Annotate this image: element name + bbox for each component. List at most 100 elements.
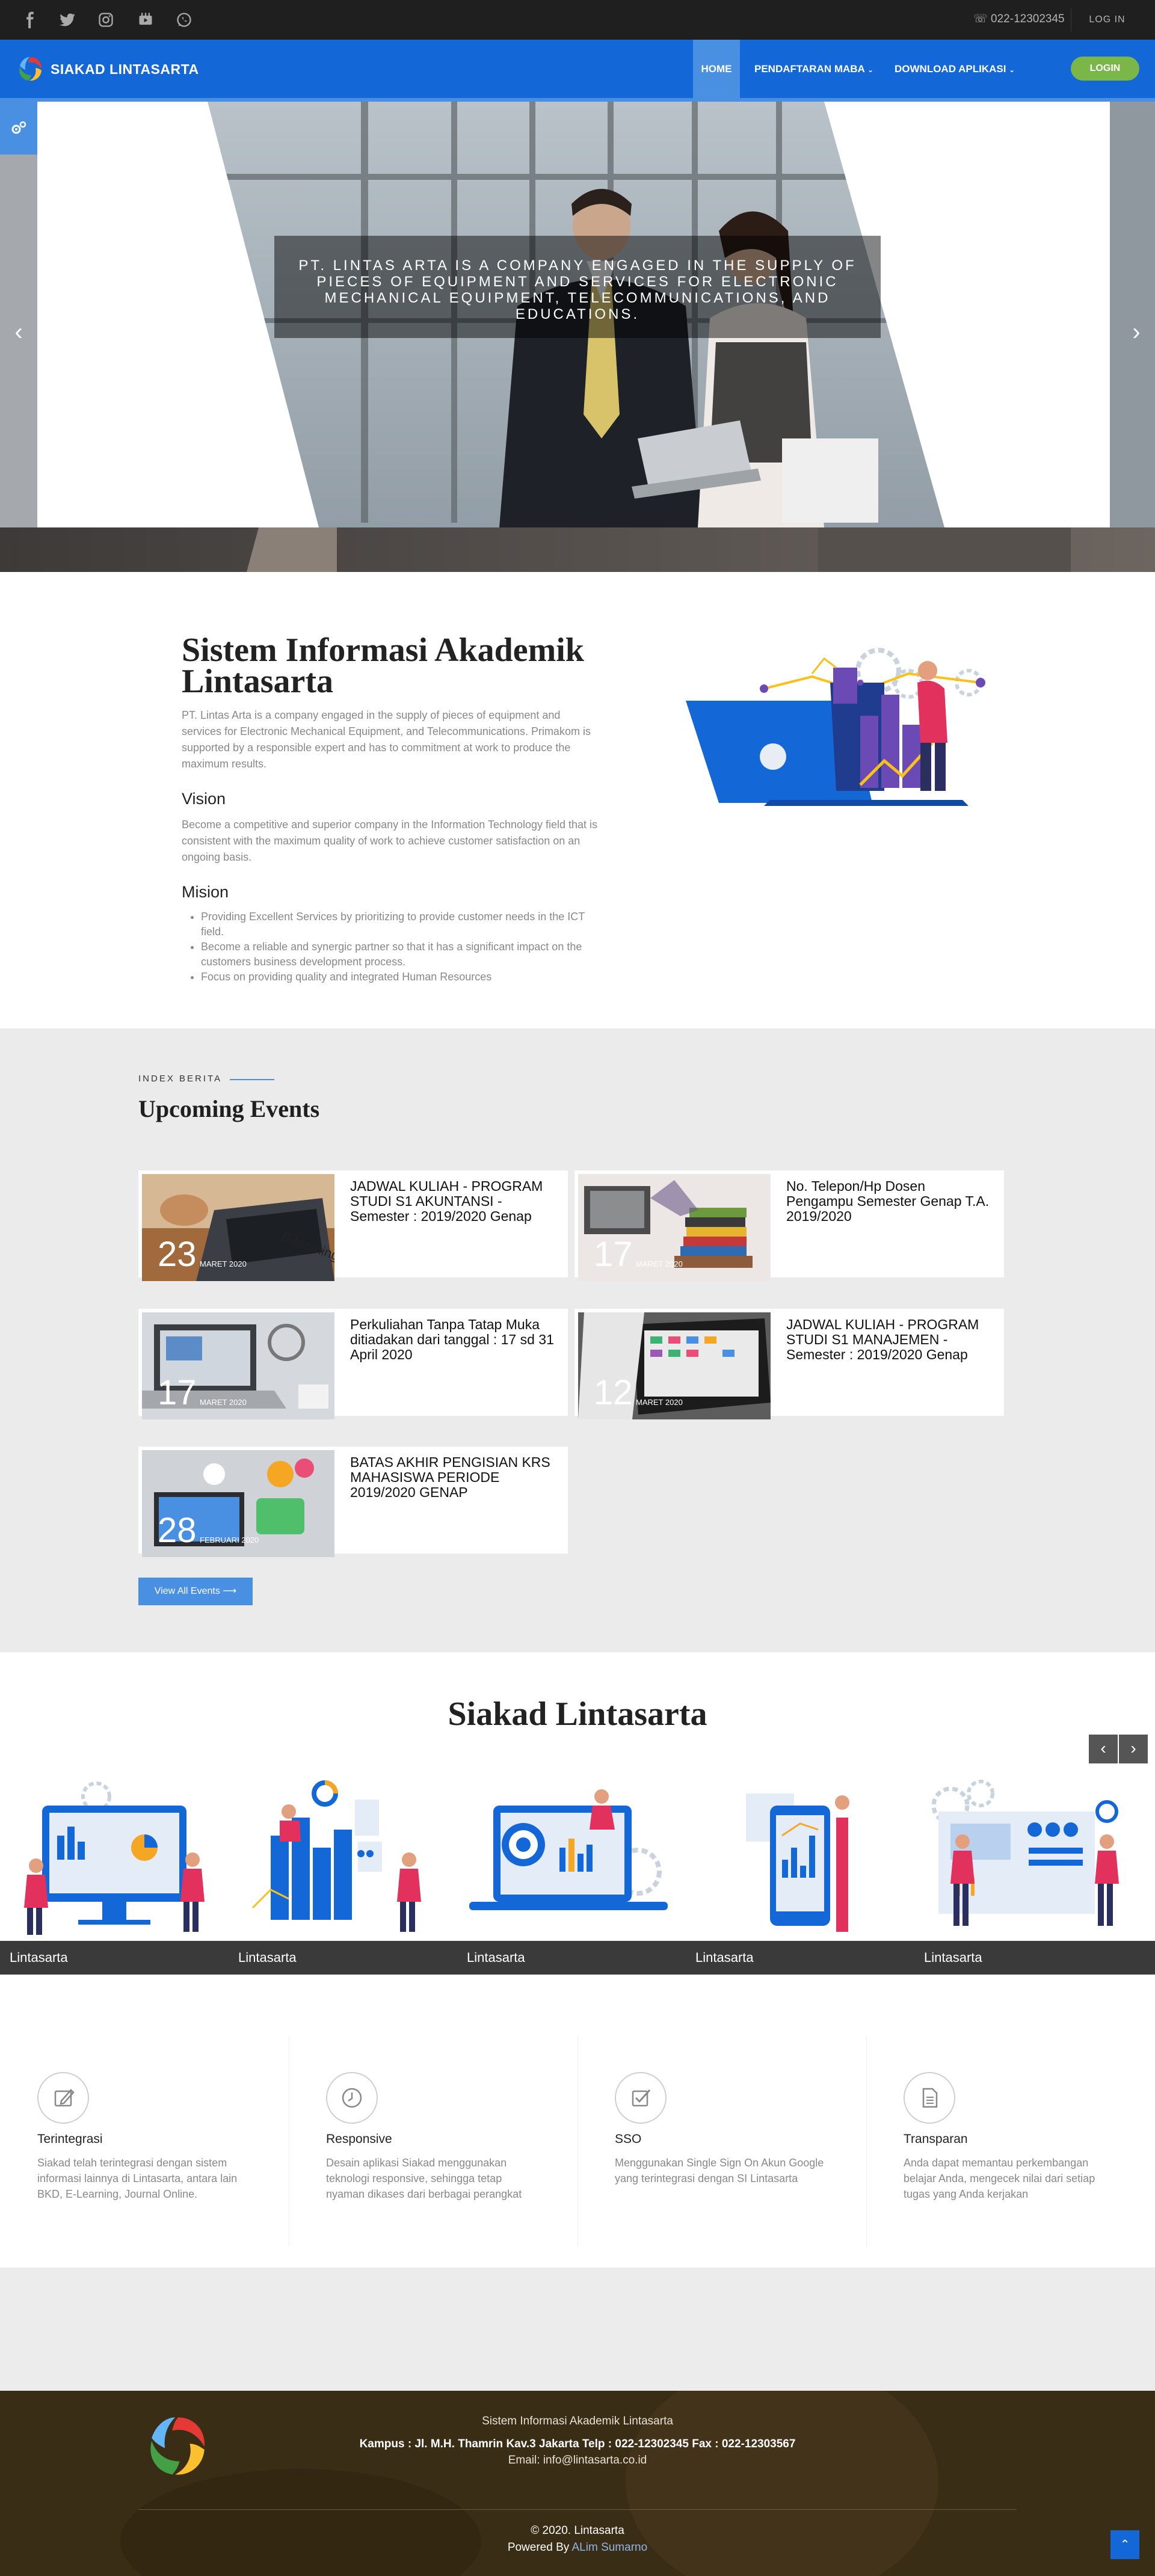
settings-toggle[interactable]	[0, 102, 37, 155]
feature-title: Transparan	[904, 2132, 968, 2146]
siakad-title: Siakad Lintasarta	[448, 1695, 707, 1733]
login-button[interactable]: LOGIN	[1071, 57, 1139, 81]
back-to-top-button[interactable]: ⌃	[1110, 2530, 1139, 2559]
lintasarta-logo-icon	[17, 55, 45, 83]
phone-icon: ☏	[973, 13, 988, 25]
clock-icon	[326, 2072, 378, 2124]
slide-illustration	[931, 1780, 1119, 1926]
slide-illustration	[251, 1780, 421, 1932]
event-day: 28	[158, 1511, 197, 1550]
event-month: MARET 2020	[200, 1259, 247, 1268]
event-title[interactable]: Perkuliahan Tanpa Tatap Muka ditiadakan …	[350, 1317, 555, 1362]
vision-text: Become a competitive and superior compan…	[182, 819, 598, 863]
top-bar: ☏ 022-12302345 LOG IN	[0, 0, 1155, 40]
event-month: MARET 2020	[636, 1259, 683, 1268]
top-login-link[interactable]: LOG IN	[1071, 8, 1143, 31]
event-card[interactable]: 17 MARET 2020 No. Telepon/Hp Dosen Penga…	[574, 1170, 1004, 1281]
youtube-icon[interactable]	[137, 11, 154, 28]
feature-item: Transparan Anda dapat memantau perkemban…	[904, 2072, 1144, 2202]
brand-logo-link[interactable]: SIAKAD LINTASARTA	[17, 54, 199, 84]
slide-label: Lintasarta	[457, 1941, 686, 1975]
mission-item: Become a reliable and synergic partner s…	[201, 939, 598, 970]
event-title[interactable]: JADWAL KULIAH - PROGRAM STUDI S1 AKUNTAN…	[350, 1179, 555, 1224]
nav-home[interactable]: HOME	[693, 40, 740, 98]
hero-caption: PT. LINTAS ARTA IS A COMPANY ENGAGED IN …	[274, 236, 881, 338]
carousel-slide[interactable]: Lintasarta	[0, 1769, 229, 1975]
event-thumbnail: 12 MARET 2020	[578, 1312, 771, 1419]
feature-title: SSO	[615, 2132, 642, 2146]
footer-email-label: Email:	[508, 2454, 540, 2467]
event-thumbnail: 17 MARET 2020	[142, 1312, 334, 1419]
footer-author-link[interactable]: ALim Sumarno	[572, 2541, 648, 2554]
event-card[interactable]: 28 FEBRUARI 2020 BATAS AKHIR PENGISIAN K…	[138, 1446, 568, 1557]
mission-item: Focus on providing quality and integrate…	[201, 970, 598, 985]
event-card[interactable]: 12 MARET 2020 JADWAL KULIAH - PROGRAM ST…	[574, 1309, 1004, 1419]
view-all-events-button[interactable]: View All Events ⟶	[138, 1578, 253, 1605]
event-day: 23	[158, 1235, 197, 1274]
whatsapp-icon[interactable]	[176, 11, 192, 28]
event-month: MARET 2020	[636, 1398, 683, 1407]
events-title: Upcoming Events	[138, 1095, 320, 1122]
event-day: 17	[594, 1235, 633, 1274]
feature-desc: Menggunakan Single Sign On Akun Google y…	[615, 2157, 824, 2184]
chevron-down-icon: ⌄	[1009, 66, 1015, 74]
carousel-slide[interactable]: Lintasarta	[229, 1769, 457, 1975]
footer-email-line: Email: info@lintasarta.co.id	[0, 2454, 1155, 2467]
event-title[interactable]: JADWAL KULIAH - PROGRAM STUDI S1 MANAJEM…	[786, 1317, 991, 1362]
event-day: 17	[158, 1373, 197, 1412]
carousel-slide[interactable]: Lintasarta	[914, 1769, 1143, 1975]
event-card[interactable]: E-learning 23 MARET 2020 JADWAL KULIAH -…	[138, 1170, 568, 1281]
footer-address: Kampus : Jl. M.H. Thamrin Kav.3 Jakarta …	[359, 2438, 796, 2450]
nav-download-aplikasi[interactable]: DOWNLOAD APLIKASI ⌄	[895, 40, 1015, 98]
footer-powered: Powered By ALim Sumarno	[0, 2541, 1155, 2554]
checkbox-icon	[615, 2072, 667, 2124]
carousel-slide[interactable]: Lintasarta	[457, 1769, 686, 1975]
nav-pendaftaran-label: PENDAFTARAN MABA	[754, 63, 865, 75]
event-day: 12	[594, 1373, 633, 1412]
feature-desc: Desain aplikasi Siakad menggunakan tekno…	[326, 2157, 522, 2200]
instagram-icon[interactable]	[97, 11, 114, 28]
events-kicker: INDEX BERITA	[138, 1074, 223, 1084]
feature-divider	[866, 2036, 867, 2246]
footer-email-link[interactable]: info@lintasarta.co.id	[543, 2454, 647, 2467]
carousel-prev-button[interactable]: ‹	[1089, 1735, 1118, 1763]
event-thumbnail: E-learning 23 MARET 2020	[142, 1174, 334, 1281]
event-title[interactable]: No. Telepon/Hp Dosen Pengampu Semester G…	[786, 1179, 991, 1224]
feature-item: Terintegrasi Siakad telah terintegrasi d…	[37, 2072, 278, 2202]
footer-copyright: © 2020. Lintasarta	[531, 2524, 624, 2537]
vision-heading: Vision	[182, 790, 226, 808]
hero-prev-arrow[interactable]: ‹	[10, 319, 28, 349]
event-thumbnail: 28 FEBRUARI 2020	[142, 1450, 334, 1557]
carousel-slide[interactable]: Lintasarta	[686, 1769, 914, 1975]
hero-next-arrow[interactable]: ›	[1127, 319, 1145, 349]
slide-label: Lintasarta	[229, 1941, 457, 1975]
slide-illustration	[24, 1781, 205, 1935]
mission-heading: Mision	[182, 883, 229, 901]
nav-pendaftaran-maba[interactable]: PENDAFTARAN MABA ⌄	[754, 40, 873, 98]
mission-item: Providing Excellent Services by prioriti…	[201, 909, 598, 939]
gears-icon	[10, 121, 27, 135]
footer-divider	[138, 2509, 1017, 2510]
footer-powered-label: Powered By	[507, 2541, 570, 2554]
slide-peek	[1143, 1941, 1155, 1975]
phone-number: ☏ 022-12302345	[973, 12, 1065, 26]
brand-name: SIAKAD LINTASARTA	[51, 61, 199, 77]
carousel-next-button[interactable]: ›	[1119, 1735, 1148, 1763]
feature-title: Terintegrasi	[37, 2132, 103, 2146]
about-description: PT. Lintas Arta is a company engaged in …	[182, 709, 591, 770]
event-month: MARET 2020	[200, 1398, 247, 1407]
slide-illustration	[746, 1794, 849, 1932]
slide-label: Lintasarta	[686, 1941, 914, 1975]
about-illustration	[680, 647, 1005, 809]
about-title: Sistem Informasi Akademik Lintasarta	[182, 632, 584, 700]
slide-illustration	[469, 1789, 668, 1910]
feature-item: SSO Menggunakan Single Sign On Akun Goog…	[615, 2072, 855, 2186]
twitter-icon[interactable]	[59, 11, 76, 28]
chevron-up-icon: ⌃	[1120, 2538, 1130, 2551]
facebook-icon[interactable]	[22, 11, 38, 28]
event-card[interactable]: 17 MARET 2020 Perkuliahan Tanpa Tatap Mu…	[138, 1309, 568, 1419]
feature-desc: Anda dapat memantau perkembangan belajar…	[904, 2157, 1095, 2200]
nav-download-label: DOWNLOAD APLIKASI	[895, 63, 1006, 75]
event-title[interactable]: BATAS AKHIR PENGISIAN KRS MAHASISWA PERI…	[350, 1455, 555, 1500]
document-icon	[904, 2072, 955, 2124]
